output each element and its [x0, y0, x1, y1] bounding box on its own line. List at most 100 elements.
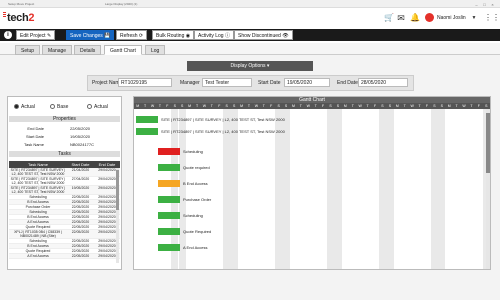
radio-base[interactable]: Base: [50, 104, 68, 110]
apps-grid-icon[interactable]: ⋮⋮: [484, 14, 500, 22]
gantt-task-bar[interactable]: [158, 212, 180, 219]
menu-icon[interactable]: [3, 12, 6, 18]
gantt-day-label: W: [202, 104, 207, 108]
gantt-day-label: T: [470, 104, 473, 108]
gantt-day-label: M: [447, 104, 451, 108]
bell-icon[interactable]: 🔔: [410, 14, 420, 22]
task-name-cell: B End Access: [27, 200, 49, 204]
gantt-day-label: T: [366, 104, 369, 108]
gantt-task-bar[interactable]: [158, 228, 180, 235]
refresh-button[interactable]: Refresh ⟳: [116, 30, 148, 40]
gantt-day-label: T: [418, 104, 421, 108]
gantt-day-label: T: [158, 104, 162, 108]
mail-icon[interactable]: ✉: [397, 14, 405, 23]
gantt-day-label: F: [373, 104, 377, 108]
gantt-day-label: W: [410, 104, 414, 108]
avatar[interactable]: [425, 13, 434, 22]
table-row[interactable]: SITE | RT234897 | SITE SURVEY | L2, 400 …: [9, 168, 120, 177]
col-start-date[interactable]: Start Date: [67, 161, 94, 168]
start-date-cell: 22/05/2020: [71, 230, 90, 234]
gantt-task-bar[interactable]: [158, 148, 180, 155]
bulk-routing-button[interactable]: Bulk Routing ◉: [152, 30, 195, 40]
gantt-day-label: F: [218, 104, 221, 108]
table-row[interactable]: A End Access 22/05/2020 29/04/2020: [9, 254, 120, 259]
radio-dot-icon: [87, 104, 92, 110]
prop-end-date-value: 22/05/2020: [70, 126, 91, 131]
gantt-weekend-column: [378, 109, 387, 269]
app-header: tech2 🛒 ✉ 🔔 Naomi Joslin ▼ ⋮⋮: [0, 8, 500, 28]
close-icon[interactable]: ×: [490, 2, 495, 7]
gantt-task-bar[interactable]: [158, 164, 180, 171]
tab-manage[interactable]: Manage: [42, 45, 73, 55]
gantt-day-label: F: [425, 104, 429, 108]
gantt-weekend-column: [386, 109, 394, 269]
activity-log-button[interactable]: Activity Log ⓘ: [194, 30, 234, 40]
document-tab[interactable]: Large Display (2020) (1): [105, 2, 137, 6]
tab-gantt-chart[interactable]: Gantt Chart: [104, 45, 142, 55]
start-date-cell: 22/05/2020: [71, 205, 90, 209]
task-name-cell: XPLJ | RT1035 0B4 | C58339 | NB0021489 |…: [14, 230, 62, 238]
project-name-field[interactable]: RT1029195: [118, 78, 172, 87]
user-name[interactable]: Naomi Joslin: [437, 15, 466, 21]
chevron-down-icon[interactable]: ▼: [470, 14, 478, 22]
maximize-icon[interactable]: □: [482, 2, 487, 7]
tab-setup[interactable]: Setup: [15, 45, 41, 55]
manager-field[interactable]: Test Tester: [202, 78, 252, 87]
project-toolbar: i Edit Project ✎ Save Changes 💾 Refresh …: [0, 29, 500, 41]
gantt-task-label: SITE | RT234897 | SITE SURVEY | L2, 400 …: [161, 129, 285, 134]
gantt-day-label: T: [314, 104, 317, 108]
display-options-toggle[interactable]: Display Options ▾: [187, 61, 313, 71]
start-date-cell: 22/05/2020: [71, 200, 90, 204]
gantt-task-bar[interactable]: [136, 128, 158, 135]
col-end-date[interactable]: End Date: [94, 161, 120, 168]
gantt-day-label: T: [403, 104, 406, 108]
radio-actual-left[interactable]: Actual: [14, 104, 35, 110]
edit-project-button[interactable]: Edit Project ✎: [16, 30, 56, 40]
scroll-thumb[interactable]: [486, 113, 490, 173]
task-name-cell: A End Access: [27, 254, 49, 258]
gantt-day-label: W: [358, 104, 362, 108]
radio-dot-icon: [50, 104, 55, 110]
tab-details[interactable]: Details: [74, 45, 102, 55]
gantt-scrollbar[interactable]: [486, 109, 490, 269]
gantt-task-label: Scheduling: [183, 149, 203, 154]
start-date-cell: 22/05/2020: [71, 215, 90, 219]
table-row[interactable]: SITE | RT234897 | SITE SURVEY | L2, 400 …: [9, 177, 120, 186]
table-row[interactable]: XPLJ | RT1035 0B4 | C58339 | NB0021489 |…: [9, 230, 120, 239]
gantt-task-label: Purchase Order: [183, 197, 212, 202]
table-row[interactable]: SITE | RT234897 | SITE SURVEY | L2, 400 …: [9, 186, 120, 195]
start-date-field[interactable]: 19/05/2020: [284, 78, 330, 87]
task-name-cell: SITE | RT234897 | SITE SURVEY | L2, 400 …: [10, 168, 66, 176]
show-discontinued-button[interactable]: Show Discontinued 👁: [234, 30, 293, 40]
start-date-cell: 22/05/2020: [71, 254, 90, 258]
info-icon[interactable]: i: [4, 31, 12, 39]
tasks-scrollbar[interactable]: [116, 168, 119, 263]
minimize-icon[interactable]: –: [474, 2, 479, 7]
save-changes-button[interactable]: Save Changes 💾: [66, 30, 115, 40]
radio-dot-icon: [14, 104, 19, 110]
task-name-cell: A End Access: [27, 220, 49, 224]
cart-icon[interactable]: 🛒: [384, 14, 394, 22]
tab-log[interactable]: Log: [145, 45, 166, 55]
gantt-day-label: T: [351, 104, 354, 108]
gantt-day-label: T: [210, 104, 213, 108]
end-date-field[interactable]: 28/05/2020: [358, 78, 408, 87]
gantt-task-bar[interactable]: [136, 116, 158, 123]
col-task-name[interactable]: Task Name: [9, 161, 67, 168]
tab-bar: Setup Manage Details Gantt Chart Log: [0, 43, 500, 55]
start-date-cell: 19/05/2020: [71, 186, 90, 190]
task-name-cell: B End Access: [27, 244, 49, 248]
prop-task-name-label: Task Name: [23, 142, 44, 147]
gantt-day-label: F: [270, 104, 273, 108]
gantt-weekend-column: [430, 109, 439, 269]
scroll-thumb[interactable]: [116, 170, 119, 210]
task-name-cell: B End Access: [27, 215, 49, 219]
gantt-task-bar[interactable]: [158, 180, 180, 187]
gantt-task-bar[interactable]: [158, 196, 180, 203]
end-date-label: End Date: [337, 80, 358, 86]
gantt-day-label: F: [477, 104, 480, 108]
tasks-table-header: Task Name Start Date End Date: [9, 161, 120, 168]
gantt-task-bar[interactable]: [158, 244, 180, 251]
gantt-task-label: Quote required: [183, 165, 210, 170]
radio-actual[interactable]: Actual: [87, 104, 108, 110]
